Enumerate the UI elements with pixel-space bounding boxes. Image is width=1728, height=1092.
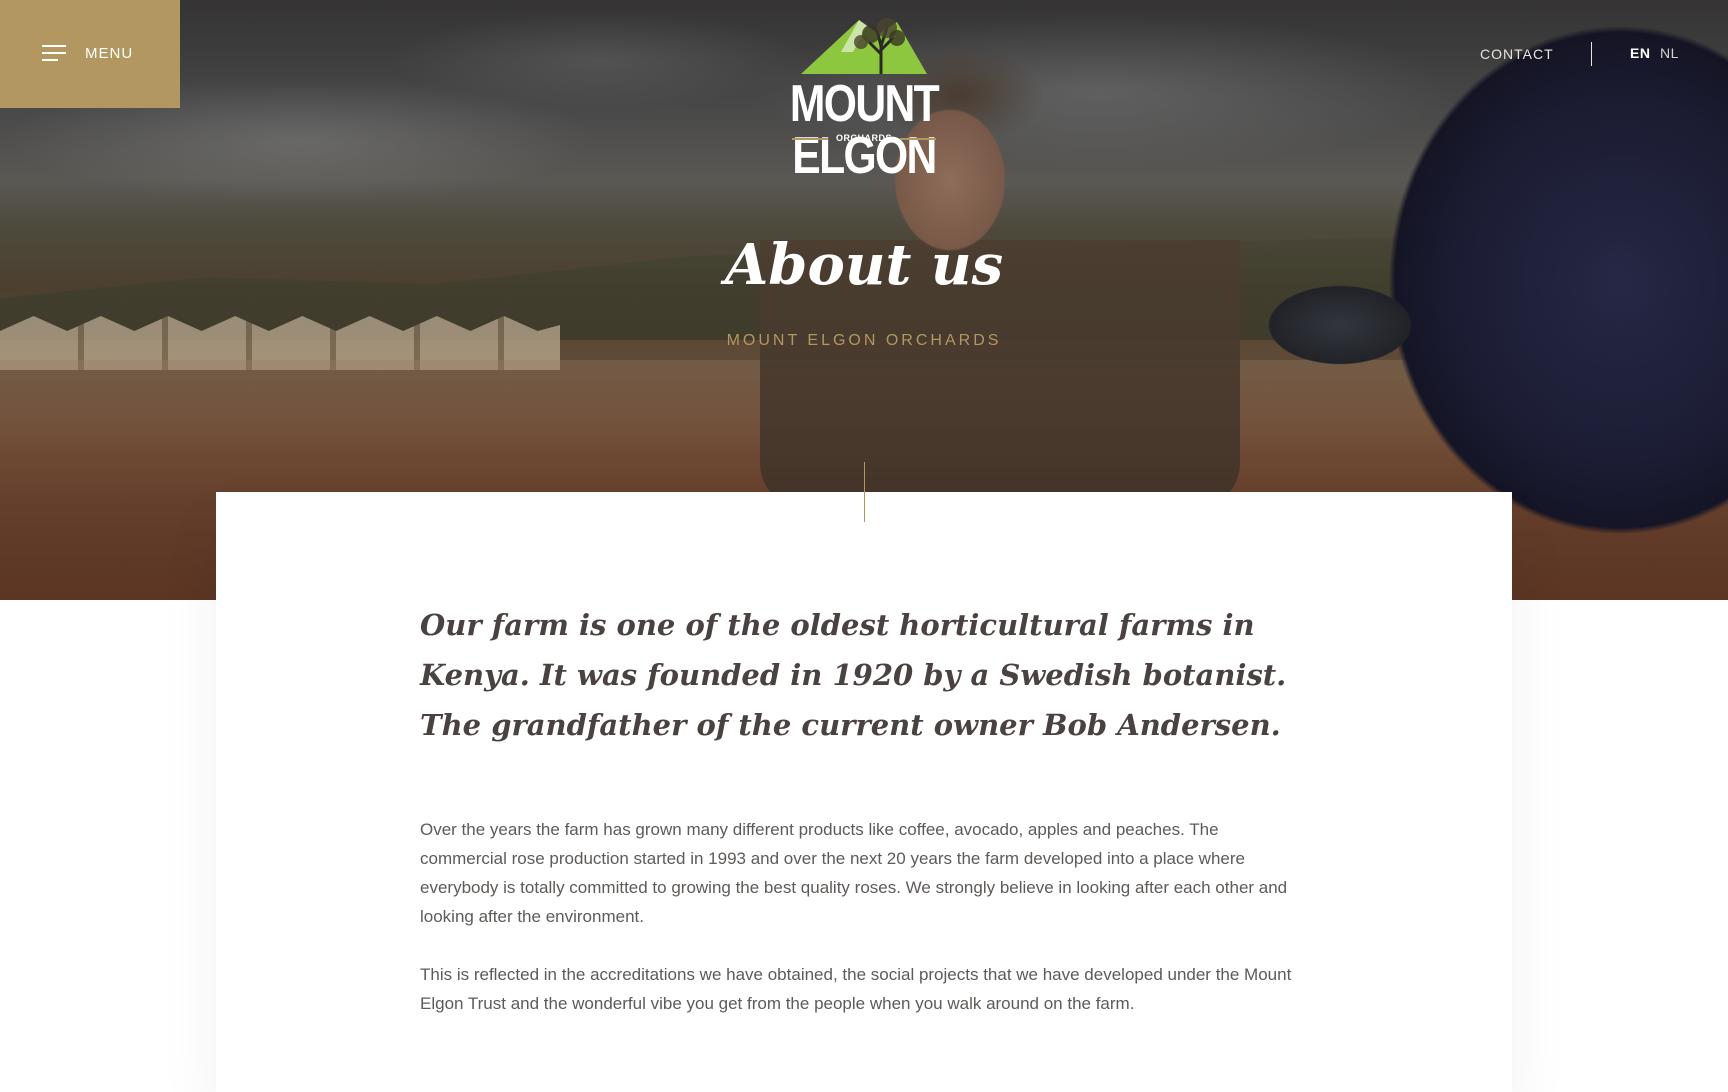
- contact-link[interactable]: CONTACT: [1480, 46, 1554, 62]
- body-paragraph: This is reflected in the accreditations …: [420, 965, 1292, 1013]
- page-subtitle: MOUNT ELGON ORCHARDS: [726, 332, 1002, 349]
- nav-divider: [1591, 42, 1592, 66]
- logo-subtitle: ORCHARDS: [756, 133, 972, 143]
- language-nl[interactable]: NL: [1660, 45, 1679, 61]
- card-divider-line: [864, 462, 865, 522]
- body-paragraph: Over the years the farm has grown many d…: [420, 820, 1288, 926]
- menu-label: MENU: [85, 45, 134, 62]
- language-en[interactable]: EN: [1630, 45, 1650, 61]
- mountain-tree-icon: [801, 18, 927, 74]
- hamburger-icon: [42, 45, 66, 61]
- page-title: About us: [724, 232, 1004, 298]
- menu-button[interactable]: MENU: [0, 0, 180, 108]
- logo-wordmark: MOUNT ELGON: [789, 75, 940, 185]
- site-logo[interactable]: MOUNT ELGON ORCHARDS: [756, 8, 972, 182]
- intro-lead: Our farm is one of the oldest horticultu…: [420, 608, 1287, 742]
